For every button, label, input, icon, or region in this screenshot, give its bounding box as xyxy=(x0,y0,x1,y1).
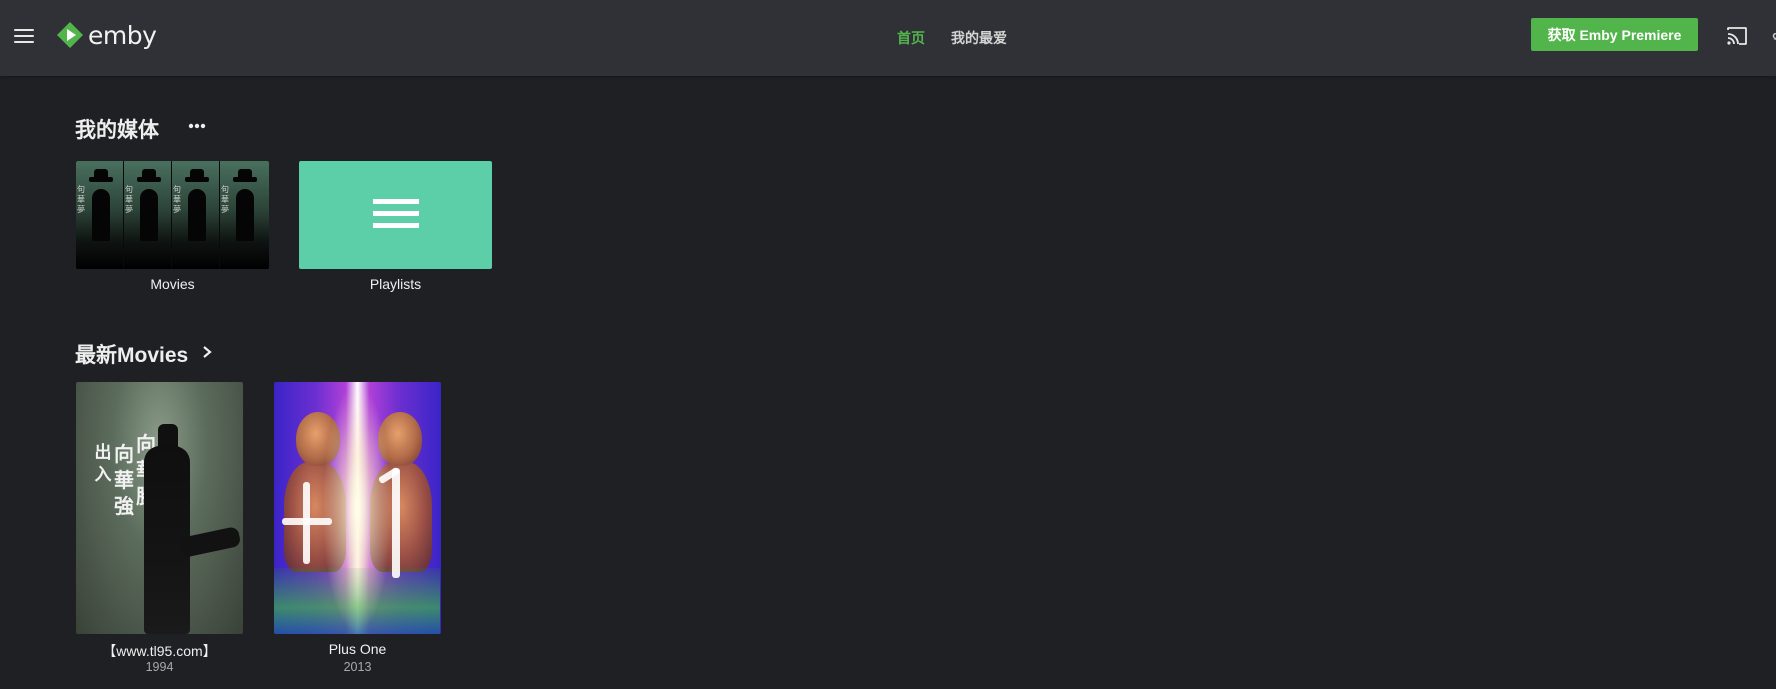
poster-text-col2: 向華強 xyxy=(114,444,134,518)
user-icon[interactable] xyxy=(1770,30,1776,40)
library-card-movies[interactable]: 句華夢 句華夢 句華夢 句華夢 Movies xyxy=(76,161,269,295)
movie-poster-tl95: 出入 向華強 向華勝 xyxy=(76,382,243,634)
emby-logo[interactable]: emby xyxy=(56,18,157,52)
top-header: emby 首页 我的最爱 获取 Emby Premiere xyxy=(0,0,1776,76)
tab-home[interactable]: 首页 xyxy=(897,28,925,48)
latest-movies-title[interactable]: 最新Movies xyxy=(75,339,188,369)
more-horizontal-icon[interactable] xyxy=(186,118,208,134)
playlist-icon xyxy=(373,199,419,233)
library-label-movies: Movies xyxy=(150,276,195,292)
emby-logo-icon xyxy=(57,22,83,48)
my-media-title: 我的媒体 xyxy=(75,119,159,142)
movie-card-plus-one[interactable]: Plus One 2013 xyxy=(274,382,441,678)
chevron-right-icon[interactable] xyxy=(200,344,214,360)
library-card-playlists[interactable]: Playlists xyxy=(299,161,492,295)
brand-name: emby xyxy=(88,20,157,50)
get-emby-premiere-button[interactable]: 获取 Emby Premiere xyxy=(1531,18,1698,51)
playlists-library-thumbnail xyxy=(299,161,492,269)
movie-title-tl95: 【www.tl95.com】 xyxy=(102,643,217,659)
movie-year-tl95: 1994 xyxy=(145,660,174,674)
poster-text-col1: 出入 xyxy=(94,443,112,484)
cast-icon[interactable] xyxy=(1725,24,1749,48)
movie-year-plus-one: 2013 xyxy=(343,660,372,674)
movies-library-thumbnail: 句華夢 句華夢 句華夢 句華夢 xyxy=(76,161,269,269)
movie-title-plus-one: Plus One xyxy=(328,641,387,657)
tab-favorites[interactable]: 我的最爱 xyxy=(951,28,1007,48)
main-nav: 首页 我的最爱 xyxy=(897,28,1007,48)
library-label-playlists: Playlists xyxy=(369,276,422,292)
movie-poster-plus-one xyxy=(274,382,441,634)
movie-card-tl95[interactable]: 出入 向華強 向華勝 【www.tl95.com】 1994 xyxy=(76,382,243,678)
hamburger-menu-icon[interactable] xyxy=(12,24,36,48)
